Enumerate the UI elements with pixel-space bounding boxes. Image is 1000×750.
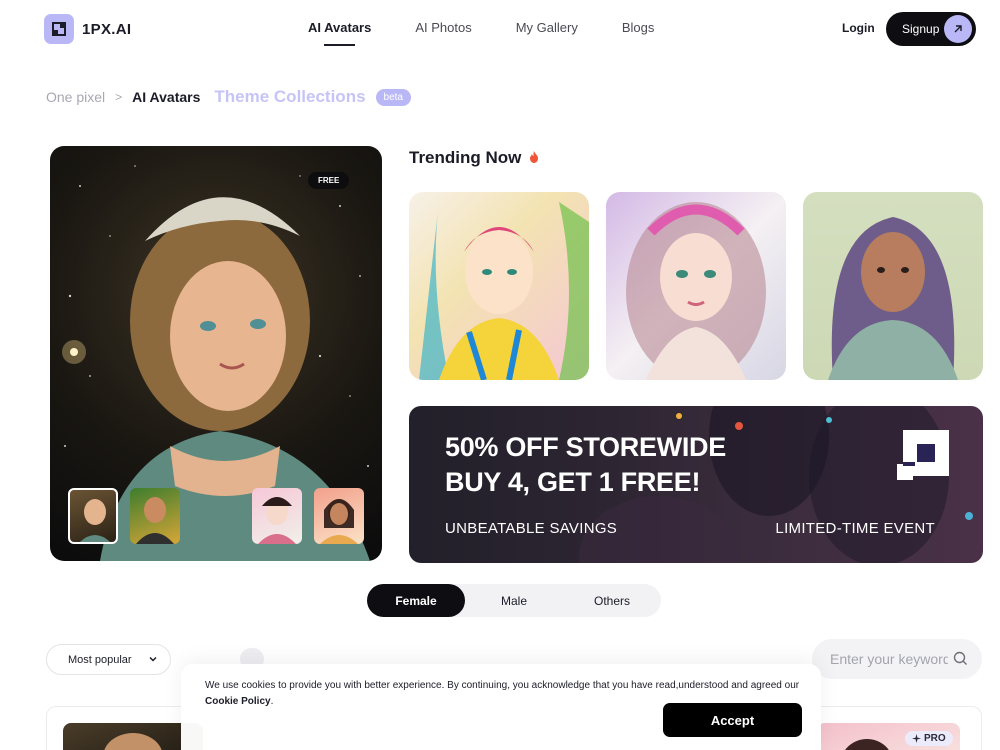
tab-others[interactable]: Others	[563, 584, 661, 617]
main-nav: AI Avatars AI Photos My Gallery Blogs	[308, 20, 654, 46]
free-badge: FREE	[308, 172, 350, 189]
sort-label: Most popular	[68, 653, 132, 666]
beta-badge: beta	[375, 88, 411, 106]
thumbnail-3[interactable]	[252, 488, 302, 544]
trending-card-3[interactable]	[803, 192, 983, 380]
trending-card-1[interactable]	[409, 192, 589, 380]
promo-headline: 50% OFF STOREWIDE	[445, 432, 726, 462]
brand-name: 1PX.AI	[82, 20, 132, 38]
thumbnail-4[interactable]	[314, 488, 364, 544]
cookie-policy-link[interactable]: Cookie Policy	[205, 696, 271, 707]
gender-tabs: Female Male Others	[367, 584, 661, 617]
sparkle-icon	[912, 734, 921, 743]
search-icon[interactable]	[953, 651, 968, 671]
thumbnail-strip	[68, 488, 366, 546]
search-input[interactable]	[830, 651, 948, 667]
tab-female[interactable]: Female	[367, 584, 465, 617]
breadcrumb-home[interactable]: One pixel	[46, 89, 105, 105]
promo-banner[interactable]: 50% OFF STOREWIDE BUY 4, GET 1 FREE! UNB…	[409, 406, 983, 563]
arrow-up-right-icon	[944, 15, 972, 43]
trending-title: Trending Now	[409, 148, 522, 167]
cookie-text: We use cookies to provide you with bette…	[205, 680, 800, 691]
tab-male[interactable]: Male	[465, 584, 563, 617]
login-link[interactable]: Login	[842, 21, 875, 35]
nav-my-gallery[interactable]: My Gallery	[516, 20, 578, 46]
fire-icon	[529, 148, 539, 168]
promo-caption-left: UNBEATABLE SAVINGS	[445, 520, 618, 537]
thumbnail-1[interactable]	[68, 488, 118, 544]
nav-ai-avatars[interactable]: AI Avatars	[308, 20, 371, 46]
signup-label: Signup	[902, 22, 940, 36]
site-header: 1PX.AI AI Avatars AI Photos My Gallery B…	[0, 0, 1000, 60]
brand-logo[interactable]: 1PX.AI	[44, 14, 131, 44]
search-box	[812, 639, 982, 679]
cookie-suffix: .	[270, 696, 274, 707]
signup-button[interactable]: Signup	[886, 12, 976, 46]
breadcrumb-separator: >	[115, 90, 123, 104]
accept-cookies-button[interactable]: Accept	[663, 703, 802, 737]
theme-collections-link[interactable]: Theme Collections	[214, 87, 365, 107]
pro-badge: PRO	[905, 731, 953, 746]
breadcrumb: One pixel > AI Avatars Theme Collections…	[46, 87, 411, 107]
logo-mark-icon	[44, 14, 74, 44]
pro-badge-label: PRO	[924, 733, 946, 744]
promo-caption-right: LIMITED-TIME EVENT	[775, 520, 935, 537]
chevron-down-icon	[148, 654, 158, 667]
thumbnail-2[interactable]	[130, 488, 180, 544]
promo-subheadline: BUY 4, GET 1 FREE!	[445, 467, 701, 497]
trending-heading: Trending Now	[409, 148, 539, 168]
trending-card-2[interactable]	[606, 192, 786, 380]
promo-logo-icon	[897, 430, 949, 487]
nav-blogs[interactable]: Blogs	[622, 20, 655, 46]
sort-dropdown[interactable]: Most popular	[46, 644, 171, 675]
nav-ai-photos[interactable]: AI Photos	[415, 20, 471, 46]
breadcrumb-current: AI Avatars	[132, 89, 201, 105]
